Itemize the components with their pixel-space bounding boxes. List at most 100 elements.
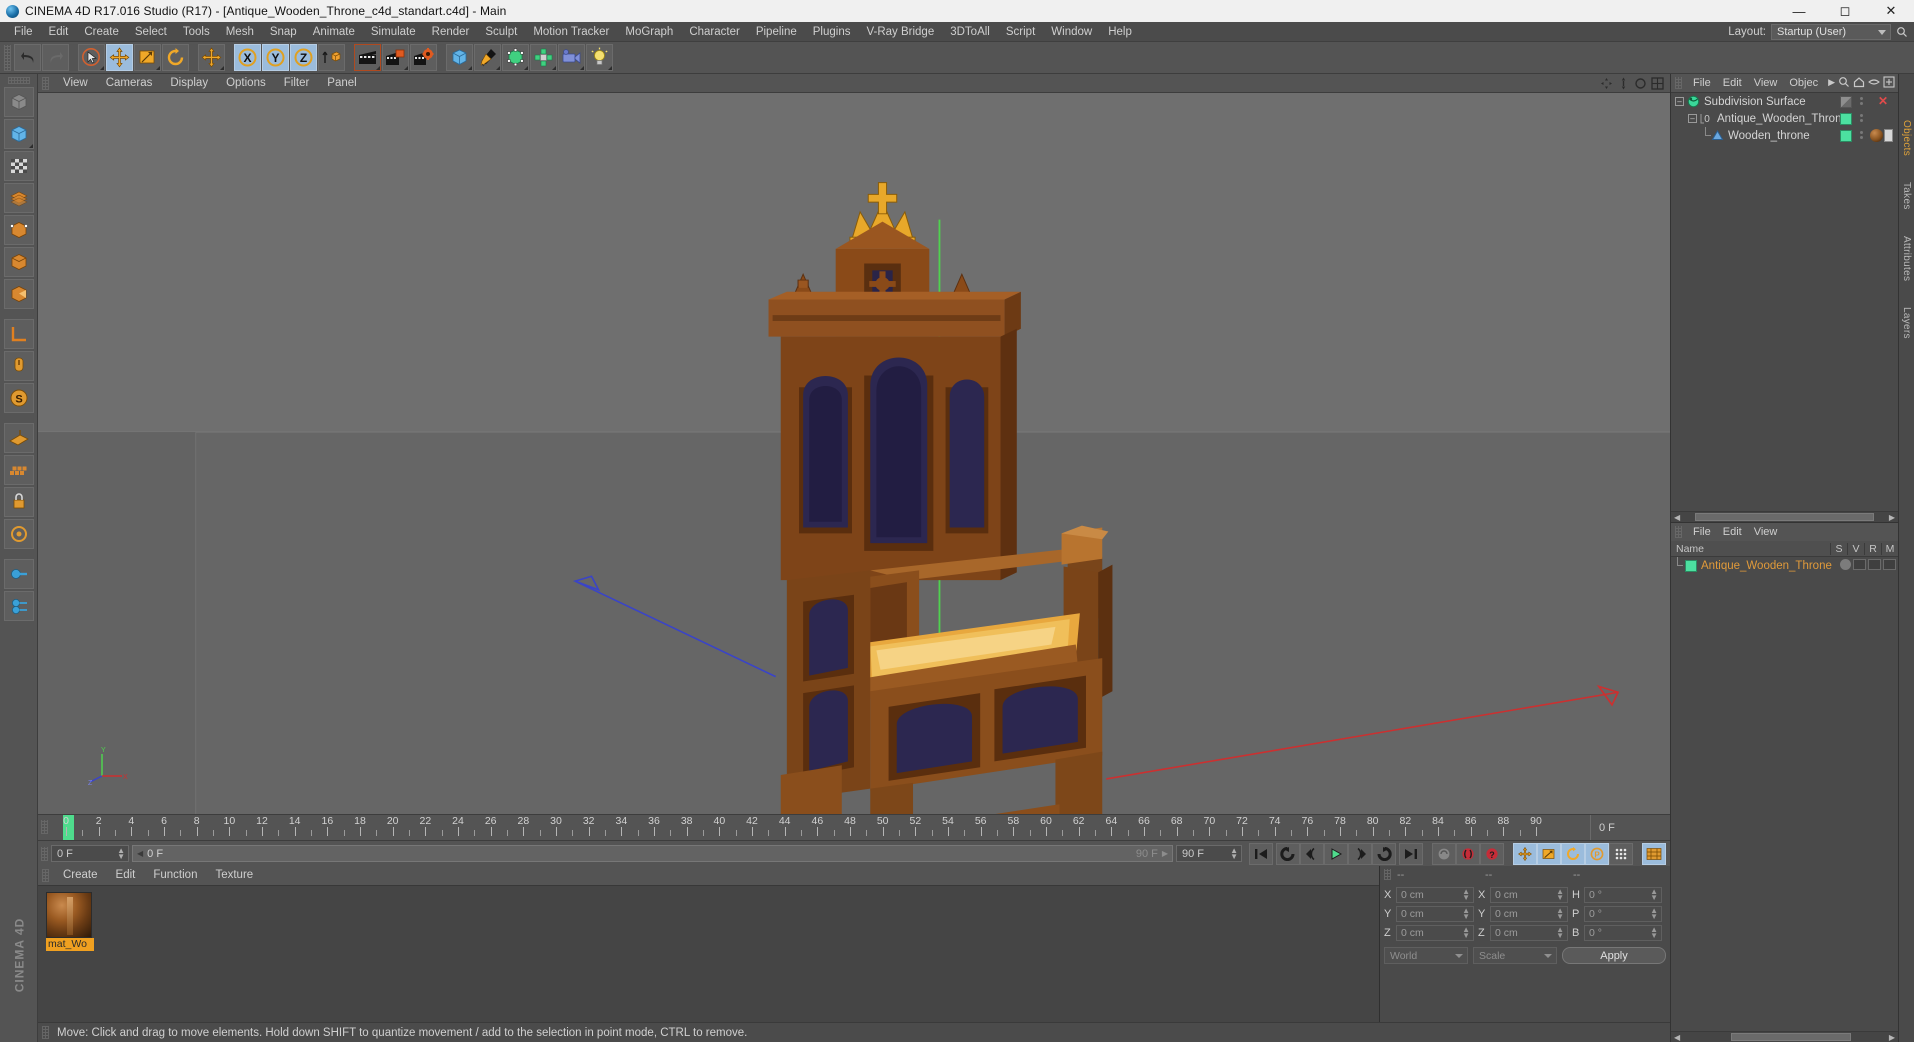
world-object-coordinates-button[interactable]: [318, 44, 345, 71]
record-active-objects-button[interactable]: [1432, 842, 1456, 865]
menu-item-window[interactable]: Window: [1043, 22, 1100, 42]
transform-mode-dropdown[interactable]: Scale: [1473, 947, 1557, 964]
menu-item-snap[interactable]: Snap: [262, 22, 305, 42]
scroll-left-arrow-icon[interactable]: ◀: [1671, 1033, 1683, 1042]
scroll-thumb[interactable]: [1695, 513, 1874, 521]
material-panel-hscrollbar[interactable]: ◀ ▶: [1671, 1031, 1898, 1042]
play-reverse-button[interactable]: [1276, 842, 1300, 865]
texture-mode-button[interactable]: [3, 151, 34, 181]
vertical-tab-objects[interactable]: Objects: [1901, 114, 1912, 162]
scroll-right-arrow-icon[interactable]: ▶: [1886, 513, 1898, 522]
material-panel-menu-view[interactable]: View: [1748, 523, 1784, 541]
visibility-dots[interactable]: [1860, 114, 1864, 124]
menu-item-3dtoall[interactable]: 3DToAll: [942, 22, 998, 42]
maximize-button[interactable]: ◻: [1822, 0, 1868, 22]
toggle-timeline-button[interactable]: [1642, 842, 1666, 865]
rot-b-field[interactable]: 0 ° ▲ ▼: [1584, 925, 1662, 941]
render-visibility-icon[interactable]: [1868, 559, 1881, 570]
move-tool-alt-button[interactable]: [198, 44, 225, 71]
coordinate-system-dropdown[interactable]: World: [1384, 947, 1468, 964]
play-button[interactable]: [1324, 842, 1348, 865]
render-view-button[interactable]: [354, 44, 381, 71]
solo-dot-icon[interactable]: [1840, 559, 1851, 570]
viewport-menu-panel[interactable]: Panel: [318, 74, 365, 93]
vertical-tab-attributes[interactable]: Attributes: [1901, 230, 1912, 287]
object-menu-view[interactable]: View: [1748, 74, 1784, 92]
undo-button[interactable]: [14, 44, 41, 71]
model-mode-button[interactable]: [3, 119, 34, 149]
menu-item-file[interactable]: File: [6, 22, 41, 42]
timeline-grip[interactable]: [41, 820, 48, 834]
menu-item-script[interactable]: Script: [998, 22, 1043, 42]
material-panel-row[interactable]: Antique_Wooden_Throne: [1671, 557, 1898, 574]
material-thumbnail[interactable]: [46, 892, 92, 938]
menu-item-help[interactable]: Help: [1100, 22, 1140, 42]
current-frame-field[interactable]: 0 F ▲ ▼: [51, 845, 129, 862]
object-manager-hscrollbar[interactable]: ◀ ▶: [1671, 511, 1898, 522]
material-panel-menu-edit[interactable]: Edit: [1717, 523, 1748, 541]
size-x-field[interactable]: 0 cm ▲ ▼: [1490, 887, 1568, 903]
key-parameter-button[interactable]: P: [1585, 842, 1609, 865]
material-menu-edit[interactable]: Edit: [107, 866, 145, 885]
object-row[interactable]: –0 Antique_Wooden_Throne: [1671, 110, 1898, 127]
key-rotation-button[interactable]: [1561, 842, 1585, 865]
rotate-tool-button[interactable]: [162, 44, 189, 71]
lock-y-axis-button[interactable]: Y: [262, 44, 289, 71]
lock-x-axis-button[interactable]: X: [234, 44, 261, 71]
menu-item-motion-tracker[interactable]: Motion Tracker: [525, 22, 617, 42]
object-manager-tree[interactable]: – Subdivision Surface ✕ –0 Antique_Wooden_Th…: [1671, 92, 1898, 522]
layout-selector[interactable]: Layout: Startup (User): [1728, 23, 1914, 40]
material-tag-icon[interactable]: [1870, 129, 1894, 142]
viewport-solo-button[interactable]: [3, 559, 34, 589]
object-menu-objec[interactable]: Objec: [1783, 74, 1824, 92]
key-scale-button[interactable]: [1537, 842, 1561, 865]
maximize-viewport-icon[interactable]: [1651, 77, 1664, 90]
timeline-end-field[interactable]: 0 F: [1590, 815, 1670, 840]
render-region-button[interactable]: [382, 44, 409, 71]
menu-item-sculpt[interactable]: Sculpt: [477, 22, 525, 42]
lock-z-axis-button[interactable]: Z: [290, 44, 317, 71]
tree-expand-toggle[interactable]: –: [1688, 114, 1697, 123]
vertical-tab-takes[interactable]: Takes: [1901, 176, 1912, 216]
material-menu-create[interactable]: Create: [54, 866, 107, 885]
previous-frame-button[interactable]: [1300, 842, 1324, 865]
menu-item-mograph[interactable]: MoGraph: [617, 22, 681, 42]
material-color-chip[interactable]: [1685, 559, 1697, 572]
menu-item-render[interactable]: Render: [424, 22, 478, 42]
scroll-left-arrow-icon[interactable]: ◀: [1671, 513, 1683, 522]
viewport-menu-options[interactable]: Options: [217, 74, 275, 93]
pos-x-field[interactable]: 0 cm ▲ ▼: [1396, 887, 1474, 903]
object-menu-edit[interactable]: Edit: [1717, 74, 1748, 92]
pos-z-field[interactable]: 0 cm ▲ ▼: [1396, 925, 1474, 941]
move-tool-button[interactable]: [106, 44, 133, 71]
viewport-visibility-icon[interactable]: [1853, 559, 1866, 570]
menu-item-tools[interactable]: Tools: [175, 22, 218, 42]
pan-icon[interactable]: [1600, 77, 1613, 90]
viewport-menu-display[interactable]: Display: [161, 74, 217, 93]
menu-item-plugins[interactable]: Plugins: [805, 22, 859, 42]
tree-expand-toggle[interactable]: –: [1675, 97, 1684, 106]
material-menu-grip[interactable]: [42, 869, 49, 882]
menu-item-edit[interactable]: Edit: [41, 22, 77, 42]
menu-item-create[interactable]: Create: [76, 22, 127, 42]
scroll-thumb[interactable]: [1730, 1033, 1851, 1041]
workplane-mode-button[interactable]: [3, 519, 34, 549]
add-light-button[interactable]: [586, 44, 613, 71]
visibility-dots[interactable]: [1860, 131, 1864, 141]
go-to-start-button[interactable]: [1249, 842, 1273, 865]
search-icon[interactable]: [1896, 26, 1908, 38]
lock-workplane-button[interactable]: [3, 487, 34, 517]
rot-h-field[interactable]: 0 ° ▲ ▼: [1584, 887, 1662, 903]
object-row[interactable]: – Subdivision Surface ✕: [1671, 93, 1898, 110]
home-icon[interactable]: [1853, 76, 1865, 88]
add-deformer-button[interactable]: [530, 44, 557, 71]
viewport-menu-grip[interactable]: [42, 76, 49, 90]
visibility-dots[interactable]: [1860, 97, 1864, 107]
next-frame-button[interactable]: [1348, 842, 1372, 865]
redo-button[interactable]: [42, 44, 69, 71]
viewport-menu-cameras[interactable]: Cameras: [97, 74, 162, 93]
size-y-field[interactable]: 0 cm ▲ ▼: [1490, 906, 1568, 922]
add-camera-button[interactable]: [558, 44, 585, 71]
size-z-field[interactable]: 0 cm ▲ ▼: [1490, 925, 1568, 941]
point-mode-button[interactable]: [3, 183, 34, 213]
